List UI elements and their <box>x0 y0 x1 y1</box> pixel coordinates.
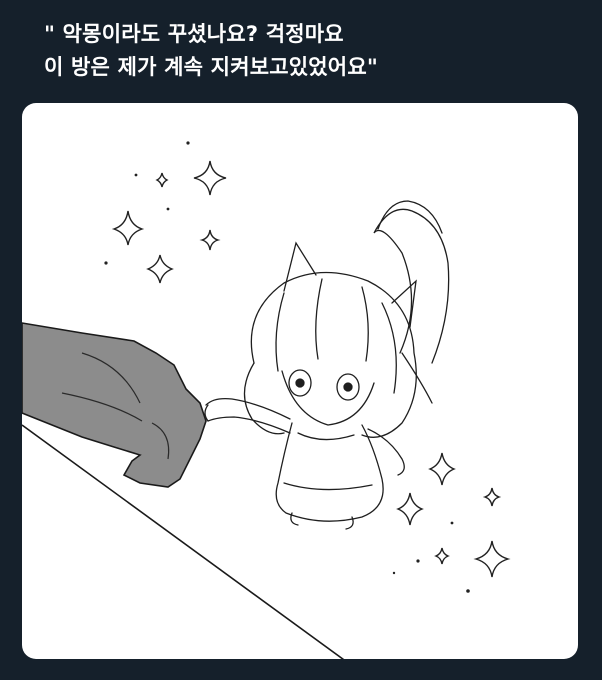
tweet-text: " 악몽이라도 꾸셨나요? 걱정마요 이 방은 제가 계속 지켜보고있었어요" <box>44 18 584 84</box>
sketch-illustration-icon <box>22 141 511 659</box>
tweet-text-line-2: 이 방은 제가 계속 지켜보고있었어요" <box>44 55 378 79</box>
tweet-media-image[interactable] <box>22 103 578 659</box>
tweet-text-line-1: " 악몽이라도 꾸셨나요? 걱정마요 <box>44 22 344 46</box>
floor-line <box>22 424 345 659</box>
tweet-post: " 악몽이라도 꾸셨나요? 걱정마요 이 방은 제가 계속 지켜보고있었어요" <box>0 0 602 680</box>
chibi-cat-character <box>204 200 450 530</box>
reaching-hand <box>22 322 207 488</box>
